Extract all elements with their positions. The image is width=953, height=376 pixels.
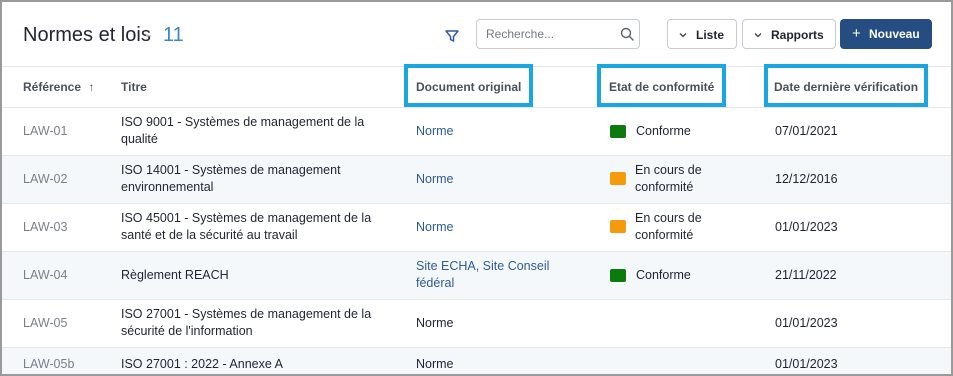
title-cell-line1: ISO 9001 - Systèmes de management de la [121, 115, 365, 129]
column-header-date[interactable]: Date dernière vérification [763, 64, 929, 107]
title-cell-line2: sécurité de l'information [121, 324, 253, 338]
status-text: Conforme [636, 268, 691, 282]
title-cell-line2: santé et de la sécurité au travail [121, 228, 298, 242]
document-link[interactable]: Site ECHA, Site Conseil [416, 258, 549, 274]
date-cell: 01/01/2023 [775, 316, 838, 330]
record-count: 11 [163, 24, 184, 46]
table-row[interactable]: LAW-02 ISO 14001 - Systèmes de management… [2, 156, 951, 204]
filter-icon[interactable] [444, 28, 460, 44]
date-cell: 21/11/2022 [775, 268, 837, 282]
status-text-line1: En cours de [635, 163, 702, 177]
plus-icon: + [852, 25, 861, 42]
table-row[interactable]: LAW-05 ISO 27001 - Systèmes de management… [2, 300, 951, 348]
column-header-reference-label: Référence [23, 80, 82, 94]
page-header: Normes et lois - 11 Liste Rapports [2, 2, 951, 68]
reports-button[interactable]: Rapports [742, 19, 836, 49]
table-row[interactable]: LAW-05b ISO 27001 : 2022 - Annexe A Norme 0… [2, 348, 951, 374]
new-button[interactable]: + Nouveau [840, 19, 932, 49]
status-text-line2: conformité [635, 180, 694, 194]
title-cell-line1: ISO 27001 - Systèmes de management de la [121, 307, 372, 321]
status-text: Conforme [636, 124, 691, 138]
title-cell-line2: environnemental [121, 180, 214, 194]
table-body: LAW-01 ISO 9001 - Systèmes de management … [2, 108, 951, 374]
title-cell-line1: ISO 14001 - Systèmes de management [121, 163, 341, 177]
chevron-down-icon [754, 33, 762, 38]
status-indicator [610, 172, 626, 185]
column-header-document[interactable]: Document original [403, 64, 534, 107]
document-cell: Norme [416, 357, 454, 371]
title-cell-line1: ISO 45001 - Systèmes de management de la [121, 211, 372, 225]
date-cell: 12/12/2016 [775, 172, 838, 186]
table-row[interactable]: LAW-04 Règlement REACH Site ECHA, Site Con… [2, 252, 951, 300]
new-label: Nouveau [869, 27, 920, 41]
document-link[interactable]: fédéral [416, 275, 454, 291]
title-separator: - [145, 24, 152, 46]
column-header-title[interactable]: Titre [121, 80, 147, 94]
title-cell-line2: qualité [121, 132, 158, 146]
table-row[interactable]: LAW-03 ISO 45001 - Systèmes de management… [2, 204, 951, 252]
status-text-line2: conformité [635, 228, 694, 242]
status-text-line1: En cours de [635, 211, 702, 225]
document-cell: Norme [416, 316, 454, 330]
table-row[interactable]: LAW-01 ISO 9001 - Systèmes de management … [2, 108, 951, 156]
page-title: Normes et lois [23, 24, 151, 46]
reference-cell: LAW-05b [23, 357, 75, 371]
search-input[interactable] [486, 26, 611, 42]
reference-cell: LAW-03 [23, 220, 68, 234]
reference-cell: LAW-05 [23, 316, 68, 330]
date-cell: 01/01/2023 [775, 357, 838, 371]
reference-cell: LAW-04 [23, 268, 68, 282]
column-header-status[interactable]: Etat de conformité [596, 64, 727, 107]
list-view-label: Liste [696, 28, 725, 42]
date-cell: 07/01/2021 [775, 124, 838, 138]
search-box [476, 19, 640, 49]
status-indicator [610, 125, 626, 138]
reference-cell: LAW-02 [23, 172, 68, 186]
list-view-button[interactable]: Liste [667, 19, 737, 49]
title-cell: Règlement REACH [121, 268, 229, 282]
status-indicator [610, 220, 626, 233]
document-link[interactable]: Norme [416, 123, 454, 139]
title-cell: ISO 27001 : 2022 - Annexe A [121, 357, 283, 371]
table-header: Référence ↑ Titre Document original Etat… [2, 64, 951, 108]
search-icon[interactable] [620, 27, 634, 41]
page-frame: Normes et lois - 11 Liste Rapports [0, 0, 953, 376]
chevron-down-icon [679, 33, 687, 38]
document-link[interactable]: Norme [416, 171, 454, 187]
reports-label: Rapports [771, 28, 824, 42]
sort-ascending-icon: ↑ [88, 80, 95, 94]
laws-table: Référence ↑ Titre Document original Etat… [2, 64, 951, 374]
status-indicator [610, 269, 626, 282]
date-cell: 01/01/2023 [775, 220, 838, 234]
reference-cell: LAW-01 [23, 124, 68, 138]
column-header-reference[interactable]: Référence ↑ [23, 80, 94, 94]
document-link[interactable]: Norme [416, 219, 454, 235]
